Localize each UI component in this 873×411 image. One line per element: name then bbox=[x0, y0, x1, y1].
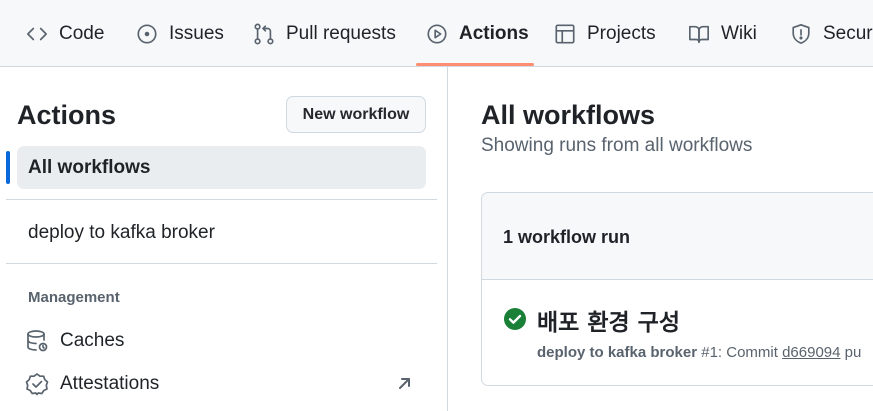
sidebar-item-attestations-label: Attestations bbox=[60, 373, 160, 394]
workflow-runs-list: 1 workflow run 배포 환경 구성 deploy to kafka … bbox=[481, 192, 873, 386]
run-number: #1: Commit bbox=[701, 344, 778, 361]
tab-projects[interactable]: Projects bbox=[554, 0, 656, 67]
issue-opened-icon bbox=[137, 23, 157, 44]
management-heading: Management bbox=[28, 289, 120, 306]
sidebar-item-all-workflows[interactable]: All workflows bbox=[17, 146, 426, 189]
tab-actions-label: Actions bbox=[459, 22, 529, 44]
run-title-link[interactable]: 배포 환경 구성 bbox=[537, 303, 680, 337]
runs-list-header: 1 workflow run bbox=[482, 193, 873, 280]
shield-icon bbox=[792, 23, 810, 44]
table-icon bbox=[555, 23, 575, 44]
tab-code-label: Code bbox=[59, 22, 105, 44]
run-meta-trailing: pu bbox=[844, 344, 862, 361]
tab-security-label: Security bbox=[823, 22, 873, 44]
verified-icon bbox=[25, 373, 49, 396]
tab-issues-label: Issues bbox=[169, 22, 224, 44]
sidebar-divider bbox=[6, 263, 437, 264]
tab-issues[interactable]: Issues bbox=[136, 0, 224, 67]
tab-projects-label: Projects bbox=[587, 22, 656, 44]
play-icon bbox=[427, 23, 447, 44]
run-meta: deploy to kafka broker #1: Commit d66909… bbox=[537, 344, 861, 361]
tab-security[interactable]: Security bbox=[790, 0, 873, 67]
tab-wiki[interactable]: Wiki bbox=[688, 0, 757, 67]
page-subtitle: Showing runs from all workflows bbox=[481, 135, 753, 156]
run-workflow-name: deploy to kafka broker bbox=[537, 344, 698, 361]
sidebar-divider bbox=[6, 199, 437, 200]
tab-code[interactable]: Code bbox=[26, 0, 104, 67]
sidebar-item-attestations[interactable]: Attestations bbox=[25, 369, 159, 399]
tab-wiki-label: Wiki bbox=[721, 22, 757, 44]
page-title: All workflows bbox=[481, 100, 656, 130]
sidebar-title: Actions bbox=[17, 100, 117, 130]
repo-navigation: Code Issues Pull requests Actions Projec… bbox=[0, 0, 873, 67]
runs-count: 1 workflow run bbox=[503, 227, 631, 247]
selected-item-indicator bbox=[6, 151, 10, 184]
commit-sha-link[interactable]: d669094 bbox=[782, 344, 840, 361]
external-link-arrow-icon bbox=[396, 375, 413, 392]
tab-pull-requests[interactable]: Pull requests bbox=[253, 0, 396, 67]
tab-pull-requests-label: Pull requests bbox=[286, 22, 396, 44]
selected-tab-underline bbox=[416, 63, 534, 66]
sidebar-item-workflow[interactable]: deploy to kafka broker bbox=[28, 222, 215, 244]
sidebar-item-caches-label: Caches bbox=[60, 330, 125, 351]
sidebar-item-caches[interactable]: Caches bbox=[25, 326, 124, 356]
code-icon bbox=[27, 27, 47, 40]
actions-sidebar: Actions New workflow All workflows deplo… bbox=[0, 67, 448, 411]
database-icon bbox=[27, 330, 48, 352]
book-icon bbox=[689, 25, 709, 43]
tab-actions[interactable]: Actions bbox=[426, 0, 529, 67]
check-circle-fill-icon bbox=[504, 308, 526, 330]
git-pull-request-icon bbox=[254, 23, 274, 44]
new-workflow-button[interactable]: New workflow bbox=[286, 96, 426, 133]
